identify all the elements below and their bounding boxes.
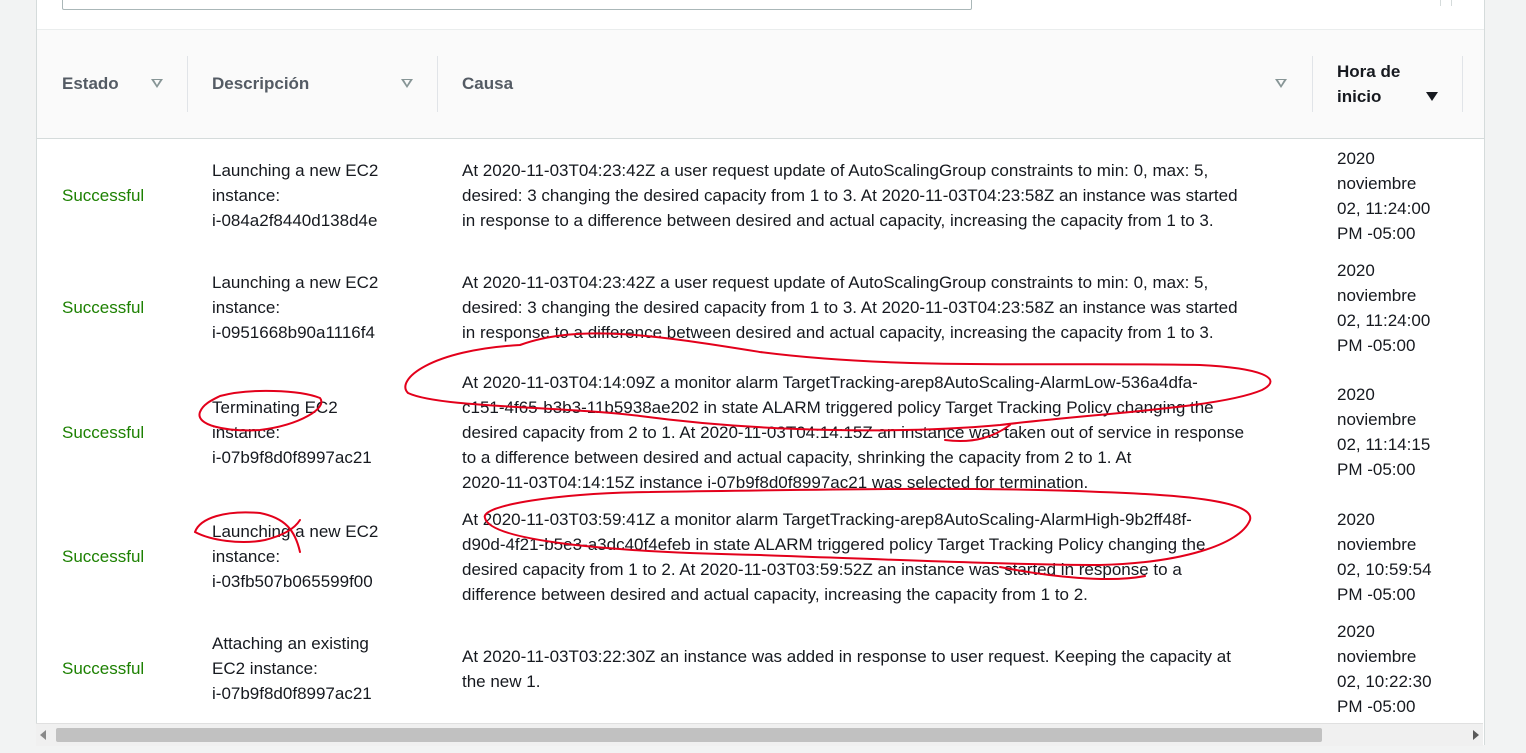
description-cell: Launching a new EC2 instance: i-0951668b…	[212, 273, 379, 342]
description-cell: Attaching an existing EC2 instance: i-07…	[212, 634, 372, 703]
status-successful: Successful	[62, 547, 145, 566]
status-successful: Successful	[62, 423, 145, 442]
start-time-cell: 2020 noviembre 02, 11:24:00 PM -05:00	[1337, 261, 1431, 355]
sort-icon[interactable]	[151, 79, 163, 88]
table-header: Estado Descripción Causa Hora de inicio	[37, 30, 1484, 139]
status-successful: Successful	[62, 659, 145, 678]
start-time-cell: 2020 noviembre 02, 11:14:15 PM -05:00	[1337, 385, 1431, 479]
table-row: Successful Terminating EC2 instance: i-0…	[37, 363, 1484, 501]
start-time-cell: 2020 noviembre 02, 11:24:00 PM -05:00	[1337, 149, 1431, 243]
description-cell: Launching a new EC2 instance: i-084a2f84…	[212, 161, 379, 230]
cause-cell: At 2020-11-03T04:23:42Z a user request u…	[462, 161, 1238, 230]
cause-cell: At 2020-11-03T04:23:42Z a user request u…	[462, 273, 1238, 342]
column-divider[interactable]	[1462, 56, 1463, 112]
toolbar-divider	[1440, 0, 1441, 6]
table-row: Successful Launching a new EC2 instance:…	[37, 139, 1484, 252]
description-cell: Terminating EC2 instance: i-07b9f8d0f899…	[212, 398, 372, 467]
cause-cell: At 2020-11-03T04:14:09Z a monitor alarm …	[462, 373, 1245, 492]
table-row: Successful Launching a new EC2 instance:…	[37, 500, 1484, 613]
search-input[interactable]	[62, 0, 972, 10]
column-header-hora-de-inicio[interactable]: Hora de inicio	[1312, 30, 1462, 138]
toolbar-icons	[1440, 0, 1452, 6]
table-row: Successful Launching a new EC2 instance:…	[37, 251, 1484, 364]
column-header-causa[interactable]: Causa	[437, 30, 1312, 138]
sort-icon[interactable]	[1275, 79, 1287, 88]
column-header-descripcion[interactable]: Descripción	[187, 30, 437, 138]
scroll-right-arrow-icon[interactable]	[1473, 730, 1479, 740]
activity-history-panel: Estado Descripción Causa Hora de inicio S…	[36, 0, 1485, 745]
start-time-cell: 2020 noviembre 02, 10:22:30 PM -05:00	[1337, 622, 1432, 716]
cause-cell: At 2020-11-03T03:22:30Z an instance was …	[462, 647, 1231, 691]
description-cell: Launching a new EC2 instance: i-03fb507b…	[212, 522, 379, 591]
start-time-cell: 2020 noviembre 02, 10:59:54 PM -05:00	[1337, 510, 1432, 604]
status-successful: Successful	[62, 298, 145, 317]
toolbar-divider	[1451, 0, 1452, 6]
table-row: Successful Attaching an existing EC2 ins…	[37, 612, 1484, 724]
sort-descending-icon[interactable]	[1426, 92, 1438, 101]
scroll-left-arrow-icon[interactable]	[40, 730, 46, 740]
cause-cell: At 2020-11-03T03:59:41Z a monitor alarm …	[462, 510, 1206, 604]
column-header-estado[interactable]: Estado	[37, 30, 187, 138]
horizontal-scrollbar[interactable]	[36, 723, 1483, 746]
sort-icon[interactable]	[401, 79, 413, 88]
scrollbar-thumb[interactable]	[56, 728, 1322, 742]
status-successful: Successful	[62, 186, 145, 205]
